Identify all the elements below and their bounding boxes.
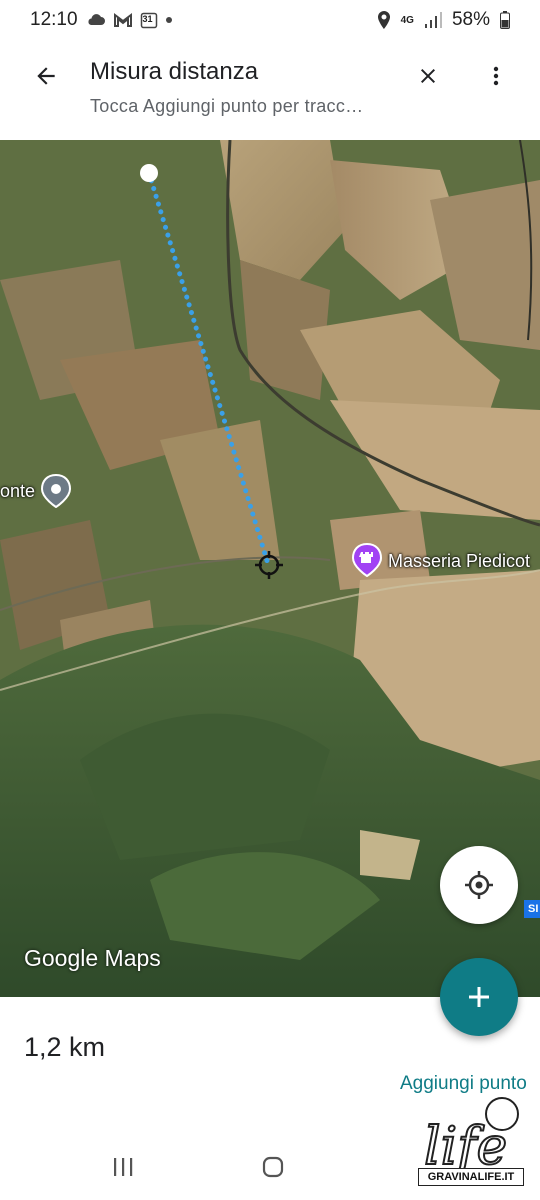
- route-start-point[interactable]: [140, 164, 158, 182]
- recent-apps-icon: [114, 1158, 133, 1176]
- road-shield: SI: [524, 900, 540, 918]
- route-dotted-line: [146, 170, 271, 567]
- dot-icon: [165, 17, 172, 23]
- close-button[interactable]: [410, 58, 446, 94]
- pin-icon[interactable]: [40, 474, 72, 508]
- signal-icon: [424, 12, 442, 28]
- poi-label-right[interactable]: Masseria Piedicot: [388, 551, 530, 572]
- home-button[interactable]: [260, 1154, 286, 1180]
- more-vert-icon: [493, 66, 499, 86]
- status-bar: 12:10 31 4G 58%: [0, 0, 540, 40]
- page-title: Misura distanza: [90, 58, 259, 85]
- back-button[interactable]: [28, 58, 64, 94]
- watermark-site: GRAVINALIFE.IT: [418, 1168, 524, 1186]
- status-time: 12:10: [30, 9, 78, 30]
- battery-icon: [500, 11, 510, 29]
- satellite-map[interactable]: onte Masseria Piedicot Google Maps SI: [0, 140, 540, 997]
- location-icon: [377, 11, 391, 29]
- calendar-icon: 31: [140, 11, 158, 29]
- watermark-graphic: life: [423, 1097, 519, 1178]
- my-location-icon: [465, 871, 493, 899]
- google-maps-logo: Google Maps: [24, 945, 161, 971]
- top-app-bar: Misura distanza Tocca Aggiungi punto per…: [0, 40, 540, 140]
- poi-label-left[interactable]: onte: [0, 481, 35, 502]
- network-type: 4G: [400, 14, 414, 26]
- gmail-icon: [113, 13, 132, 27]
- page-subtitle: Tocca Aggiungi punto per tracc…: [90, 96, 364, 116]
- add-point-fab[interactable]: [440, 958, 518, 1036]
- calendar-day: 31: [142, 14, 153, 24]
- distance-value: 1,2 km: [24, 1032, 106, 1062]
- close-icon: [421, 69, 435, 83]
- cloud-icon: [86, 13, 106, 27]
- my-location-button[interactable]: [440, 846, 518, 924]
- svg-text:life: life: [424, 1117, 507, 1170]
- recent-apps-button[interactable]: [110, 1154, 136, 1180]
- crosshair-icon: [255, 551, 283, 579]
- home-icon: [262, 1156, 284, 1178]
- back-arrow-icon: [37, 67, 55, 85]
- status-right: 4G 58%: [377, 9, 510, 31]
- plus-icon: [469, 987, 489, 1007]
- battery-percent: 58%: [451, 9, 490, 30]
- watermark-logo: life GRAVINALIFE.IT: [418, 1090, 524, 1190]
- more-options-button[interactable]: [478, 58, 514, 94]
- screen: 12:10 31 4G 58% Misura distanza Tocca Ag…: [0, 0, 540, 1200]
- status-left: 12:10 31: [30, 9, 172, 31]
- castle-icon[interactable]: [351, 543, 383, 577]
